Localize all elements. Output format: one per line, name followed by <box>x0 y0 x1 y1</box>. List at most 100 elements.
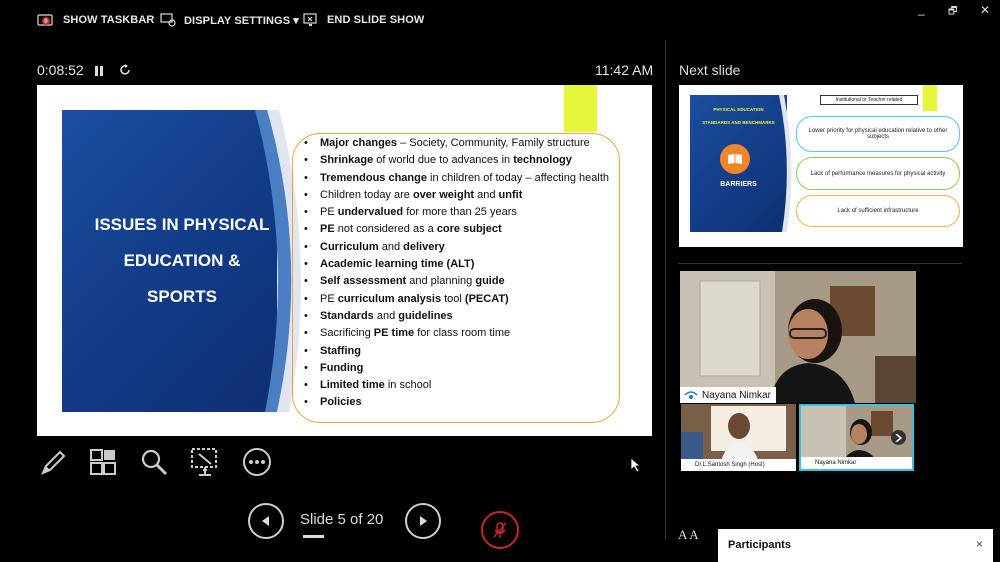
taskbar-icon: 0 <box>37 14 53 26</box>
bullet-text-segment: curriculum analysis <box>337 292 442 305</box>
bullet-text-segment: and <box>373 309 399 322</box>
bullet-text-segment: and <box>378 240 404 253</box>
bullet-text-segment: Staffing <box>320 344 361 357</box>
panel-divider <box>665 40 666 540</box>
bullet-text-segment: Major changes <box>320 137 398 149</box>
next-slide-preview[interactable]: PHYSICAL EDUCATION STANDARDS AND BENCHMA… <box>679 85 963 247</box>
slide-bullet-item: Tremendous change in children of today –… <box>302 170 617 188</box>
slide-bullet-item: Limited time in school <box>302 377 617 395</box>
close-button[interactable]: ✕ <box>980 3 990 17</box>
bullet-text-segment: (PECAT) <box>464 292 509 305</box>
end-slide-show-button[interactable]: END SLIDE SHOW <box>303 10 424 30</box>
bullet-text-segment: PE <box>320 206 338 219</box>
mouse-cursor-icon <box>630 457 642 473</box>
previous-slide-button[interactable] <box>248 503 284 539</box>
next-slide-box-label: Institutional or Teacher related <box>820 95 918 105</box>
show-taskbar-label: SHOW TASKBAR <box>63 14 155 26</box>
connection-icon <box>684 391 698 399</box>
svg-text:0: 0 <box>44 19 48 25</box>
reset-icon <box>120 64 130 75</box>
zoom-icon <box>141 449 168 476</box>
slide-bullet-item: Policies <box>302 394 617 412</box>
next-icon <box>420 516 427 526</box>
more-options-button[interactable] <box>240 445 274 479</box>
bullet-text-segment: Sacrificing <box>320 327 374 340</box>
video-tile-speaker[interactable]: Nayana Nimkar <box>799 404 914 471</box>
bullet-text-segment: in children of today – affecting health <box>426 171 610 184</box>
display-settings-label: DISPLAY SETTINGS ▾ <box>184 14 299 27</box>
next-slide-curve <box>779 95 792 232</box>
slide-title-line-3: SPORTS <box>147 287 217 306</box>
next-slide-yellow-accent <box>923 85 937 111</box>
video-tile-host[interactable]: Dr.L.Santosh Singh (Host) <box>681 404 796 471</box>
bullet-text-segment: of world due to advances in <box>373 154 514 167</box>
microphone-mute-button[interactable] <box>481 511 519 549</box>
next-video-button[interactable] <box>891 430 906 445</box>
bullet-text-segment: Policies <box>320 396 362 409</box>
bullet-text-segment: guide <box>475 275 505 288</box>
font-size-controls[interactable]: A A <box>678 527 699 543</box>
book-icon <box>720 144 750 174</box>
pause-timer-button[interactable] <box>93 64 105 76</box>
bullet-text-segment: Self assessment <box>320 275 407 288</box>
end-slide-show-label: END SLIDE SHOW <box>327 14 425 26</box>
minimize-button[interactable]: _ <box>918 2 925 16</box>
slide-title-line-2: EDUCATION & <box>123 251 241 270</box>
bullet-text-segment: Funding <box>320 361 364 374</box>
pen-icon <box>41 450 66 475</box>
show-taskbar-button[interactable]: 0 SHOW TASKBAR <box>37 10 154 30</box>
restore-button[interactable]: 🗗 <box>948 4 957 21</box>
slide-bullet-item: Major changes – Society, Community, Fami… <box>302 135 617 153</box>
participants-panel[interactable]: Participants × <box>718 529 993 562</box>
participants-close-button[interactable]: × <box>976 537 983 551</box>
slide-bullet-item: Staffing <box>302 343 617 361</box>
bullet-text-segment: over weight <box>412 188 475 201</box>
reset-timer-button[interactable] <box>118 63 132 77</box>
bullet-text-segment: undervalued <box>337 206 404 219</box>
bullet-text-segment: Curriculum <box>320 240 379 253</box>
bullet-text-segment: guidelines <box>398 309 453 322</box>
bullet-text-segment: PE <box>320 223 335 236</box>
pen-tool-button[interactable] <box>36 445 70 479</box>
slide-bullet-item: Funding <box>302 360 617 378</box>
elapsed-timer: 0:08:52 <box>37 62 84 78</box>
microphone-off-icon <box>493 522 507 538</box>
bullet-text-segment: and <box>474 188 499 201</box>
next-slide-title-2: STANDARDS AND BENCHMARKS <box>702 120 775 125</box>
see-all-slides-button[interactable] <box>86 445 120 479</box>
panel-separator <box>678 263 962 264</box>
main-video-feed[interactable] <box>680 271 916 403</box>
slide-title-line-1: ISSUES IN PHYSICAL <box>94 215 270 234</box>
bullet-text-segment: for class room time <box>414 327 511 340</box>
slide-counter-underline <box>303 535 324 538</box>
next-slide-label: Next slide <box>679 62 741 78</box>
slide-bullet-item: Academic learning time (ALT) <box>302 256 617 274</box>
participants-title: Participants <box>728 539 791 551</box>
next-slide-heading: BARRIERS <box>720 181 757 188</box>
slide-bullet-item: Shrinkage of world due to advances in te… <box>302 152 617 170</box>
bullet-text-segment: – Society, Community, Family structure <box>397 137 590 149</box>
current-slide: ISSUES IN PHYSICAL EDUCATION & SPORTS Ma… <box>37 85 652 436</box>
next-slide-button[interactable] <box>405 503 441 539</box>
slide-bullet-item: Children today are over weight and unfit <box>302 187 617 205</box>
bullet-text-segment: delivery <box>403 240 445 253</box>
display-settings-button[interactable]: DISPLAY SETTINGS ▾ <box>160 10 299 30</box>
zoom-button[interactable] <box>137 445 171 479</box>
next-slide-oval-2: Lack of performance measures for physica… <box>796 157 960 190</box>
slide-bullet-item: Sacrificing PE time for class room time <box>302 325 617 343</box>
slide-bullet-item: PE curriculum analysis tool (PECAT) <box>302 291 617 309</box>
bullet-text-segment: PE time <box>373 327 415 340</box>
slide-counter[interactable]: Slide 5 of 20 <box>300 511 390 528</box>
next-slide-oval-3: Lack of sufficient infrastructure <box>796 195 960 227</box>
bullet-text-segment: and planning <box>406 275 476 288</box>
more-options-icon <box>243 448 271 476</box>
slide-bullet-item: Self assessment and planning guide <box>302 273 617 291</box>
speaker-name-tag: Nayana Nimkar <box>801 457 912 469</box>
bullet-text-segment: PE <box>320 292 338 305</box>
clock: 11:42 AM <box>595 62 654 78</box>
bullet-text-segment: tool <box>441 292 465 305</box>
pause-icon <box>95 66 103 76</box>
chevron-right-icon <box>895 433 902 442</box>
pointer-options-button[interactable] <box>188 445 222 479</box>
slide-bullet-item: PE undervalued for more than 25 years <box>302 204 617 222</box>
